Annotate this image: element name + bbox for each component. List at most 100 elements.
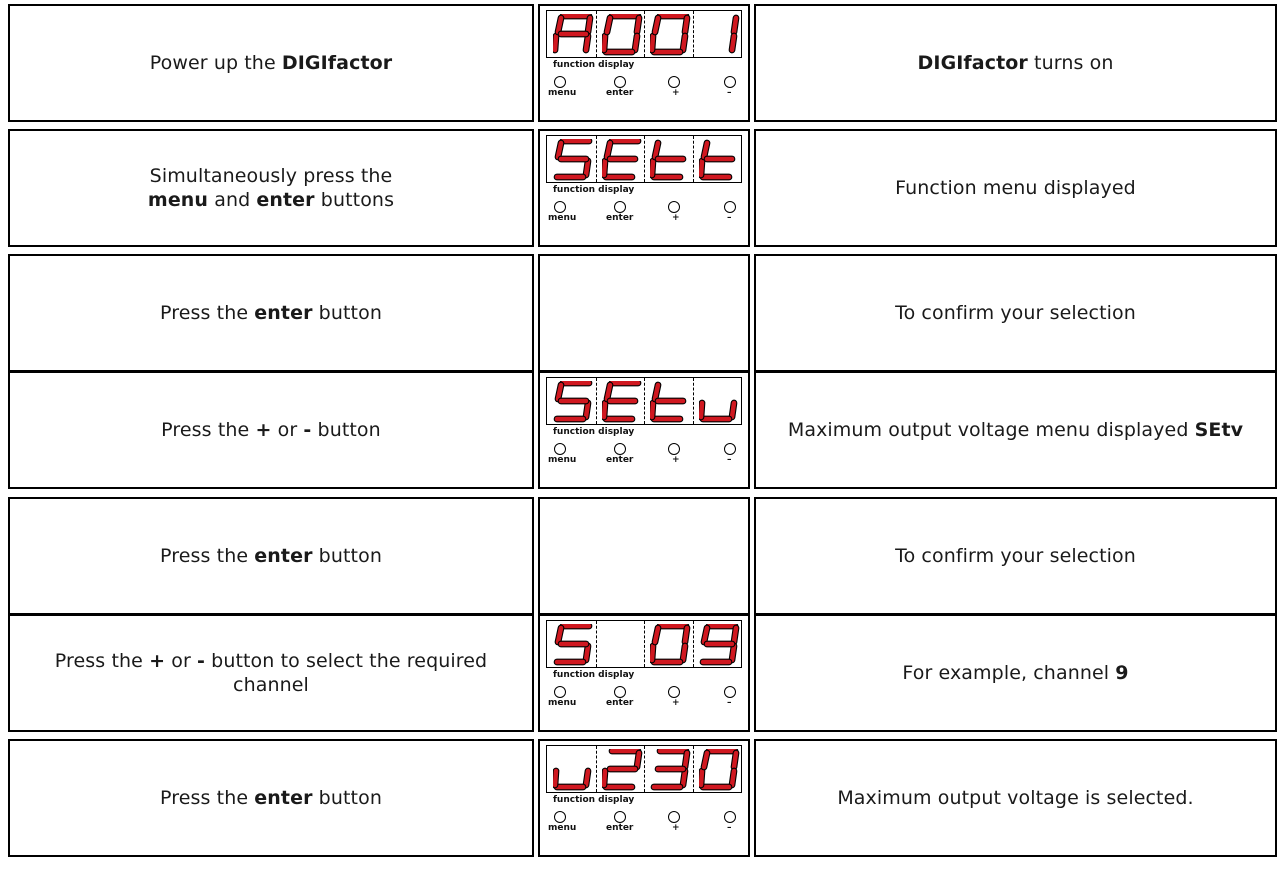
menu-button-icon <box>554 811 566 823</box>
step-row: Press the + or - button to select the re… <box>0 614 1281 732</box>
action-text-part: enter <box>254 545 313 567</box>
result-cell: For example, channel 9 <box>754 614 1277 732</box>
digit-separator <box>595 11 597 57</box>
step-row: Press the enter button function display me… <box>0 739 1281 857</box>
digit-separator <box>692 136 694 182</box>
digit-separator <box>644 746 645 792</box>
action-cell: Press the + or - button to select the re… <box>8 614 534 732</box>
action-text: Press the enter button <box>160 786 382 810</box>
function-display <box>546 620 742 668</box>
result-text-part: Function menu displayed <box>895 177 1136 199</box>
plus-button-icon <box>668 443 680 455</box>
result-text-part: To confirm your selection <box>895 302 1136 324</box>
action-text-part: menu <box>147 189 209 211</box>
plus-button-label: + <box>672 213 680 223</box>
digit-separator <box>644 378 645 424</box>
enter-button-label: enter <box>606 88 634 98</box>
seven-segment-digit <box>547 378 595 424</box>
result-text-part: Maximum output voltage is selected. <box>837 787 1194 809</box>
action-text-part: + <box>149 650 166 672</box>
display-cell: function display menu enter + – <box>538 614 750 732</box>
seven-segment-digit <box>547 11 595 57</box>
result-cell: DIGIfactor turns on <box>754 4 1277 122</box>
seven-segment-digit <box>693 378 741 424</box>
seven-segment-digit <box>547 746 595 792</box>
display-cell: function display menu enter + – <box>538 739 750 857</box>
action-text-part: button <box>312 302 382 324</box>
seven-segment-digit <box>693 621 741 667</box>
function-display-label: function display <box>553 427 635 437</box>
result-text-part: DIGIfactor <box>917 52 1028 74</box>
action-text: Press the + or - button <box>161 418 381 442</box>
action-cell: Press the enter button <box>8 497 534 615</box>
action-text-part: button <box>311 419 381 441</box>
minus-button-label: – <box>727 698 732 708</box>
display-cell: function display menu enter + – <box>538 371 750 489</box>
plus-button-label: + <box>672 698 680 708</box>
action-text-part: Press the <box>160 787 255 809</box>
action-cell: Power up the DIGIfactor <box>8 4 534 122</box>
action-text-part: enter <box>254 302 313 324</box>
seven-segment-digit <box>644 378 692 424</box>
result-text-part: To confirm your selection <box>895 545 1136 567</box>
action-text-part: Press the <box>161 419 256 441</box>
action-text: Power up the DIGIfactor <box>150 51 393 75</box>
minus-button-icon <box>724 686 736 698</box>
minus-button-icon <box>724 76 736 88</box>
display-cell <box>538 254 750 372</box>
action-text-part: Power up the <box>149 52 282 74</box>
seven-segment-digit <box>596 11 644 57</box>
enter-button-icon <box>614 686 626 698</box>
menu-button-icon <box>554 686 566 698</box>
action-text-part: button <box>312 787 382 809</box>
minus-button-icon <box>724 811 736 823</box>
enter-button-icon <box>614 443 626 455</box>
plus-button-label: + <box>672 88 680 98</box>
action-text-part: button to select the required <box>205 650 488 672</box>
digit-separator <box>692 11 694 57</box>
menu-button-label: menu <box>548 455 577 465</box>
digit-separator <box>692 746 694 792</box>
result-text: DIGIfactor turns on <box>918 51 1114 75</box>
minus-button-icon <box>724 201 736 213</box>
digit-separator <box>595 746 597 792</box>
action-text-part: and <box>208 189 257 211</box>
action-text: Press the enter button <box>160 301 382 325</box>
function-display-label: function display <box>553 795 635 805</box>
action-text-part: Press the <box>160 302 255 324</box>
result-text-part: Maximum output voltage menu displayed <box>787 419 1195 441</box>
result-cell: Maximum output voltage is selected. <box>754 739 1277 857</box>
seven-segment-digit <box>644 11 692 57</box>
plus-button-label: + <box>672 823 680 833</box>
result-text: Function menu displayed <box>895 176 1136 200</box>
menu-button-icon <box>554 443 566 455</box>
enter-button-icon <box>614 811 626 823</box>
action-text: Press the enter button <box>160 544 382 568</box>
function-display-label: function display <box>553 185 635 195</box>
function-display-label: function display <box>553 670 635 680</box>
result-text: Maximum output voltage menu displayed SE… <box>788 418 1243 442</box>
seven-segment-digit <box>547 621 595 667</box>
minus-button-label: – <box>727 455 732 465</box>
action-cell: Simultaneously press the menu and enter b… <box>8 129 534 247</box>
action-cell: Press the + or - button <box>8 371 534 489</box>
menu-button-label: menu <box>548 88 577 98</box>
digit-separator <box>644 621 645 667</box>
menu-button-label: menu <box>548 698 577 708</box>
result-cell: To confirm your selection <box>754 497 1277 615</box>
result-cell: Maximum output voltage menu displayed SE… <box>754 371 1277 489</box>
step-row: Simultaneously press the menu and enter b… <box>0 129 1281 247</box>
enter-button-icon <box>614 76 626 88</box>
action-text: Simultaneously press the menu and enter b… <box>148 164 394 212</box>
step-row: Press the enter button To confirm your se… <box>0 497 1281 615</box>
display-cell <box>538 497 750 615</box>
seven-segment-digit <box>644 136 692 182</box>
function-display <box>546 10 742 58</box>
enter-button-label: enter <box>606 213 634 223</box>
seven-segment-digit <box>693 11 741 57</box>
function-display <box>546 745 742 793</box>
digit-separator <box>595 621 597 667</box>
action-text-part: or <box>165 650 198 672</box>
plus-button-icon <box>668 686 680 698</box>
minus-button-label: – <box>727 823 732 833</box>
